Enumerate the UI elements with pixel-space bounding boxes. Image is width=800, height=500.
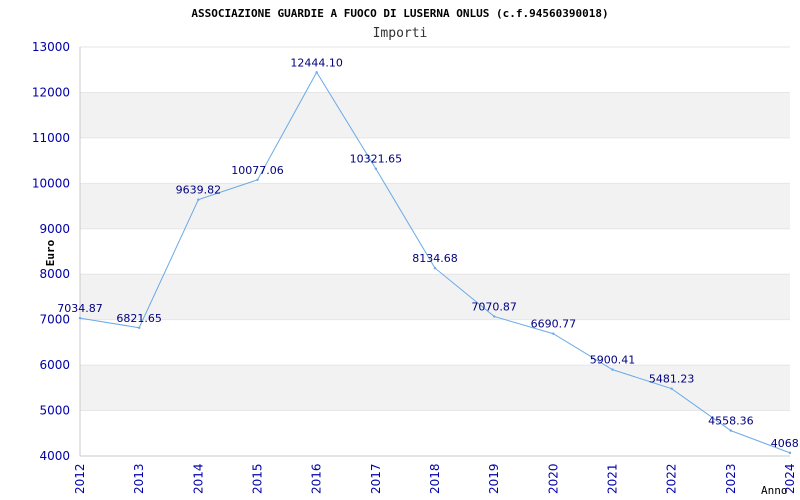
x-tick-label: 2014 [191, 463, 205, 494]
data-point [788, 451, 792, 455]
data-point [78, 316, 82, 320]
x-tick-labels: 2012 2013 2014 2015 2016 2017 2018 2019 2020 2021… [73, 463, 797, 494]
data-label: 10321.65 [350, 153, 403, 166]
grid-band [80, 274, 790, 320]
data-label: 5900.41 [590, 354, 636, 367]
data-point [492, 315, 496, 318]
y-tick-label: 11000 [32, 131, 70, 145]
data-point [552, 332, 555, 335]
x-tick-label: 2022 [665, 463, 679, 494]
x-tick-label: 2015 [251, 463, 265, 494]
data-point [137, 326, 141, 329]
x-tick-label: 2020 [546, 463, 560, 494]
data-label: 9639.82 [176, 184, 222, 197]
data-point [433, 266, 437, 270]
data-label: 8134.68 [412, 252, 458, 265]
chart-title: ASSOCIAZIONE GUARDIE A FUOCO DI LUSERNA … [191, 7, 608, 20]
x-tick-label: 2023 [724, 463, 738, 494]
y-axis-label: Euro [44, 239, 57, 266]
x-tick-label: 2019 [487, 463, 501, 494]
data-label: 6821.65 [116, 312, 162, 325]
data-label: 7034.87 [57, 302, 103, 315]
data-label: 6690.77 [531, 318, 577, 331]
chart-subtitle: Importi [373, 26, 428, 41]
data-point [374, 167, 378, 170]
data-point [256, 178, 259, 182]
x-tick-label: 2017 [369, 463, 383, 494]
data-point [729, 429, 733, 432]
y-tick-label: 5000 [39, 404, 70, 418]
x-tick-label: 2021 [606, 463, 620, 494]
x-tick-label: 2012 [73, 463, 87, 494]
data-point [670, 387, 673, 390]
data-point [197, 198, 200, 201]
y-tick-label: 6000 [39, 358, 70, 372]
y-tick-label: 13000 [32, 40, 70, 54]
y-tick-label: 4000 [39, 449, 70, 463]
y-tick-label: 9000 [39, 222, 70, 236]
data-point [611, 368, 614, 371]
chart-root: 4000 5000 6000 7000 8000 9000 10000 11000 12000 1… [0, 0, 800, 500]
x-tick-label: 2018 [428, 463, 442, 494]
data-label: 12444.10 [290, 56, 343, 69]
data-label: 5481.23 [649, 373, 695, 386]
y-tick-label: 10000 [32, 176, 70, 190]
data-label: 4558.36 [708, 415, 754, 428]
y-tick-label: 12000 [32, 85, 70, 99]
x-axis-label: Anno [761, 484, 788, 497]
line-chart: 4000500060007000800090001000011000120001… [32, 7, 800, 497]
x-tick-label: 2013 [132, 463, 146, 494]
grid-band [80, 92, 790, 138]
data-label: 7070.87 [471, 300, 517, 313]
x-tick-label: 2016 [310, 463, 324, 494]
data-point [315, 71, 318, 74]
data-label: 10077.06 [231, 164, 284, 177]
y-tick-label: 8000 [39, 267, 70, 281]
data-label: 4068.8 [771, 437, 800, 450]
